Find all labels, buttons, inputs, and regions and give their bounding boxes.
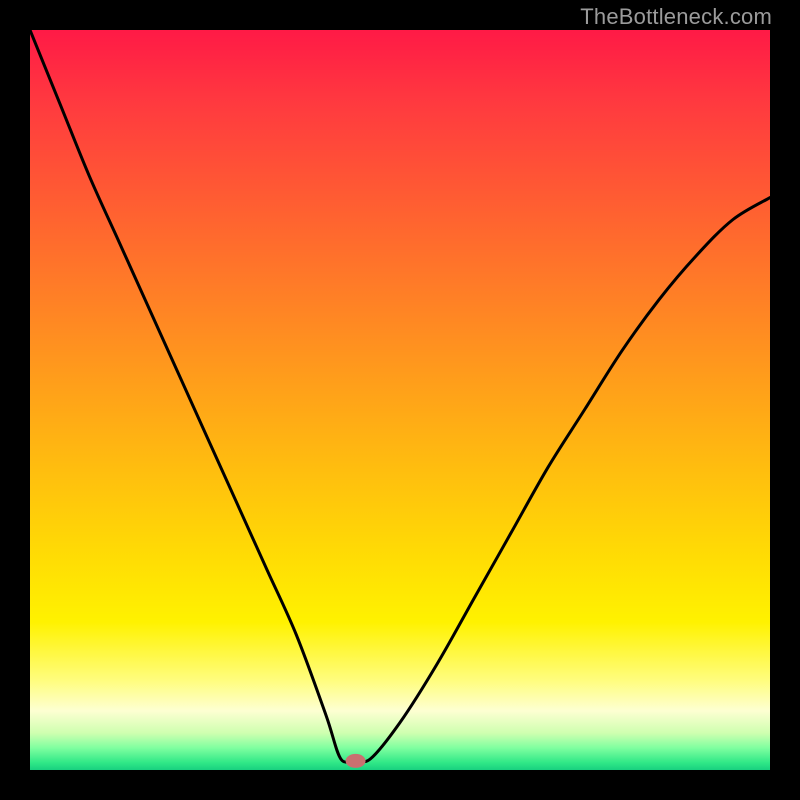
optimal-marker	[346, 754, 366, 768]
watermark-text: TheBottleneck.com	[580, 4, 772, 30]
chart-area	[30, 30, 770, 770]
bottleneck-curve	[30, 30, 770, 762]
chart-frame: TheBottleneck.com	[0, 0, 800, 800]
chart-svg	[30, 30, 770, 770]
